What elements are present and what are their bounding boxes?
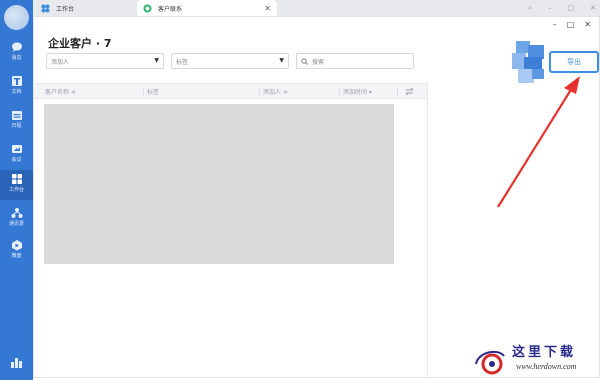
close-icon[interactable]: ✕: [584, 20, 591, 29]
page-title: 企业客户 · 7: [48, 37, 112, 50]
export-button[interactable]: 导出: [549, 51, 599, 73]
sidebar-item-label: 日程: [11, 123, 22, 129]
sidebar-item-contacts[interactable]: 通讯录: [0, 204, 33, 234]
window-controls: – □ ✕: [553, 20, 591, 29]
tab-bar: 工作台 客户联系 ✕ ⌕ – □ ✕: [33, 0, 600, 16]
maximize-icon[interactable]: □: [567, 20, 575, 29]
panel-divider: [427, 83, 428, 379]
column-header-adder[interactable]: 添加人 ≑: [263, 84, 288, 99]
column-divider: [259, 87, 260, 96]
column-header-customer-name[interactable]: 客户名称 ≑: [45, 84, 76, 99]
search-input[interactable]: 搜索: [296, 53, 414, 69]
customer-window: – □ ✕ 企业客户 · 7 添加人 ▼ 标签 ▼ 搜索 导出 客户名称 ≑ 标…: [33, 16, 600, 379]
pin-icon[interactable]: ⌕: [528, 4, 532, 13]
column-header-tag[interactable]: 标签: [147, 84, 159, 99]
sidebar-item-label: 会议: [11, 157, 22, 163]
avatar[interactable]: [4, 5, 29, 30]
caret-down-icon: ▼: [279, 57, 284, 64]
sidebar: 消息 文档 日程 会议 工作台 通讯录 微盘: [0, 0, 33, 380]
sidebar-item-workbench[interactable]: 工作台: [0, 170, 33, 200]
adder-filter-select[interactable]: 添加人 ▼: [46, 53, 164, 69]
doc-icon: [11, 76, 22, 86]
close-icon[interactable]: ✕: [590, 4, 596, 12]
tag-filter-label: 标签: [176, 58, 189, 66]
column-divider: [397, 87, 398, 96]
sidebar-item-label: 微盘: [11, 253, 22, 259]
caret-down-icon: ▼: [154, 57, 159, 64]
column-header-add-time[interactable]: 添加时间 ▾: [343, 84, 372, 99]
watermark-url: www.herdown.com: [516, 362, 577, 371]
sidebar-item-calendar[interactable]: 日程: [0, 106, 33, 136]
contacts-icon: [11, 208, 22, 218]
tag-filter-select[interactable]: 标签 ▼: [171, 53, 289, 69]
tab-label: 工作台: [56, 5, 75, 13]
minimize-icon[interactable]: –: [553, 20, 557, 29]
table-body-placeholder: [44, 104, 394, 264]
column-divider: [143, 87, 144, 96]
column-divider: [339, 87, 340, 96]
watermark: 这里下载 www.herdown.com: [470, 340, 600, 380]
sidebar-item-drive[interactable]: 微盘: [0, 236, 33, 266]
maximize-icon[interactable]: □: [568, 4, 575, 12]
tab-customer-contact[interactable]: 客户联系 ✕: [137, 0, 277, 16]
watermark-logo: [475, 350, 505, 375]
sidebar-item-messages[interactable]: 消息: [0, 38, 33, 68]
drive-icon: [11, 240, 22, 251]
minimize-icon[interactable]: –: [548, 4, 552, 12]
customer-contact-icon: [143, 4, 152, 12]
chat-icon: [11, 42, 22, 52]
column-settings-icon[interactable]: [405, 87, 414, 96]
sidebar-item-docs[interactable]: 文档: [0, 72, 33, 102]
bar-chart-icon[interactable]: [10, 356, 23, 368]
blurred-avatar: [512, 41, 544, 83]
tab-label: 客户联系: [158, 5, 183, 13]
sidebar-item-label: 工作台: [8, 187, 24, 193]
app-window-controls: ⌕ – □ ✕: [528, 0, 596, 16]
calendar-icon: [11, 111, 22, 120]
meeting-icon: [11, 145, 22, 153]
search-icon: [301, 57, 308, 65]
close-tab-icon[interactable]: ✕: [264, 4, 271, 13]
sidebar-item-label: 文档: [11, 89, 22, 95]
watermark-text: 这里下载: [512, 345, 577, 360]
table-header: 客户名称 ≑ 标签 添加人 ≑ 添加时间 ▾: [35, 83, 428, 99]
tab-workbench[interactable]: 工作台: [41, 0, 141, 16]
search-placeholder: 搜索: [312, 58, 325, 66]
sidebar-item-meeting[interactable]: 会议: [0, 140, 33, 170]
sidebar-item-label: 通讯录: [8, 221, 24, 227]
sidebar-item-label: 消息: [11, 55, 22, 61]
adder-filter-label: 添加人: [51, 58, 70, 66]
workbench-icon: [41, 4, 50, 12]
grid-icon: [11, 174, 22, 184]
